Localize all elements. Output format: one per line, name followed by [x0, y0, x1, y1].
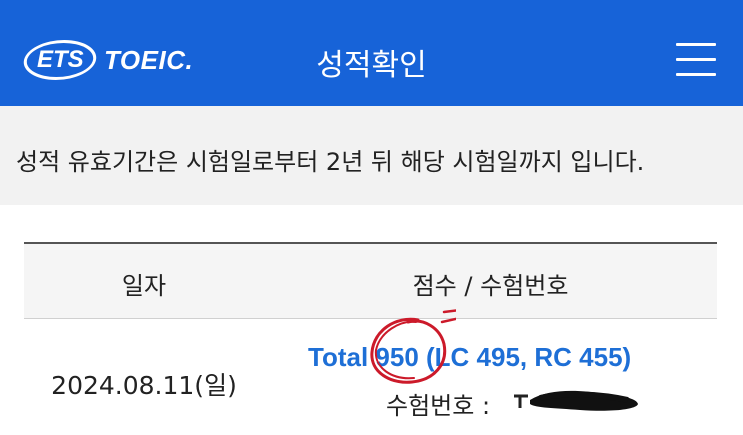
test-date: 2024.08.11(일): [51, 371, 237, 400]
hamburger-menu-icon[interactable]: [672, 40, 720, 80]
ets-logo-oval: ETS: [19, 40, 101, 80]
column-header-date: 일자: [121, 272, 167, 300]
exam-number-label: 수험번호 :: [386, 392, 491, 420]
ets-toeic-logo[interactable]: ETS TOEIC.: [19, 38, 194, 82]
toeic-logo-text: TOEIC.: [104, 44, 194, 75]
ets-logo-text: ETS: [36, 46, 84, 73]
menu-line: [676, 73, 716, 76]
column-header-score: 점수 / 수험번호: [412, 272, 569, 300]
app-header: ETS TOEIC. 성적확인: [0, 0, 743, 106]
menu-line: [676, 58, 716, 61]
score-link[interactable]: Total 950 (LC 495, RC 455): [308, 342, 631, 373]
table-header-row: 일자 점수 / 수험번호: [24, 244, 717, 319]
validity-notice-text: 성적 유효기간은 시험일로부터 2년 뒤 해당 시험일까지 입니다.: [16, 148, 645, 176]
menu-line: [676, 43, 716, 46]
redacted-exam-number: [514, 390, 638, 411]
validity-notice: 성적 유효기간은 시험일로부터 2년 뒤 해당 시험일까지 입니다.: [0, 106, 743, 205]
